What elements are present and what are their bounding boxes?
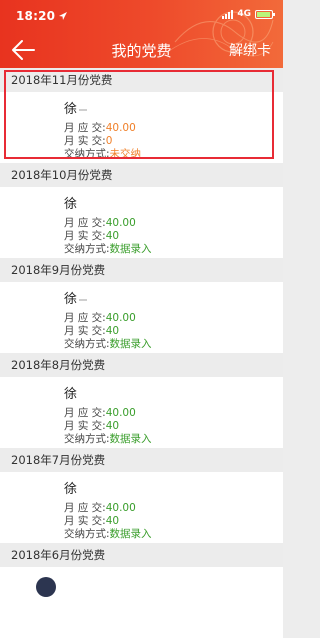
dues-record[interactable]: 2018年8月份党费 徐 月 应 交:40.00 月 实 交:40 交纳方式:数… xyxy=(0,353,283,448)
month-header: 2018年8月份党费 xyxy=(0,353,283,377)
signal-icon xyxy=(222,9,234,19)
status-indicators: 4G xyxy=(222,9,275,19)
payment-method: 数据录入 xyxy=(109,243,152,255)
method-row: 交纳方式:数据录入 xyxy=(64,528,152,540)
dues-record-list: 2018年11月份党费 徐 月 应 交:40.00 月 实 交:0 交纳方式:未… xyxy=(0,68,283,638)
record-card[interactable]: 徐 月 应 交:40.00 月 实 交:40 交纳方式:数据录入 xyxy=(0,187,283,258)
dues-record[interactable]: 2018年11月份党费 徐 月 应 交:40.00 月 实 交:0 交纳方式:未… xyxy=(0,68,283,163)
method-row: 交纳方式:数据录入 xyxy=(64,338,152,350)
record-card[interactable]: 徐 月 应 交:40.00 月 实 交:0 交纳方式:未交纳 xyxy=(0,92,283,163)
dues-record[interactable]: 2018年9月份党费 徐 月 应 交:40.00 月 实 交:40 交纳方式:数… xyxy=(0,258,283,353)
member-name: 徐 xyxy=(64,288,88,307)
nav-bar: 我的党费 解绑卡 xyxy=(0,32,283,68)
month-header: 2018年9月份党费 xyxy=(0,258,283,282)
status-time: 18:20 xyxy=(16,9,56,23)
method-row: 交纳方式:数据录入 xyxy=(64,243,152,255)
payment-method: 未交纳 xyxy=(109,148,142,160)
payment-method: 数据录入 xyxy=(109,528,152,540)
member-name: 徐 xyxy=(64,98,88,117)
member-name: 徐 xyxy=(64,387,78,402)
record-card[interactable]: 徐 月 应 交:40.00 月 实 交:40 交纳方式:数据录入 xyxy=(0,282,283,353)
app-header: 18:20 4G 我的党费 解绑卡 xyxy=(0,0,283,68)
method-row: 交纳方式:数据录入 xyxy=(64,433,152,445)
member-name: 徐 xyxy=(64,482,78,497)
month-header: 2018年6月份党费 xyxy=(0,543,283,567)
payment-method: 数据录入 xyxy=(109,433,152,445)
battery-icon xyxy=(255,9,275,19)
dues-record[interactable]: 2018年7月份党费 徐 月 应 交:40.00 月 实 交:40 交纳方式:数… xyxy=(0,448,283,543)
redacted-name-mark xyxy=(79,108,88,111)
payment-method: 数据录入 xyxy=(109,338,152,350)
month-header: 2018年10月份党费 xyxy=(0,163,283,187)
month-header: 2018年11月份党费 xyxy=(0,68,283,92)
network-type: 4G xyxy=(237,9,251,19)
record-card[interactable]: 徐 月 应 交:40.00 月 实 交:40 交纳方式:数据录入 xyxy=(0,377,283,448)
month-header: 2018年7月份党费 xyxy=(0,448,283,472)
unbind-card-button[interactable]: 解绑卡 xyxy=(229,40,271,60)
member-name: 徐 xyxy=(64,197,78,212)
record-card[interactable]: 徐 月 应 交:40.00 月 实 交:40 交纳方式:数据录入 xyxy=(0,472,283,543)
status-bar: 18:20 4G xyxy=(0,0,283,32)
method-row: 交纳方式:未交纳 xyxy=(64,148,142,160)
redacted-name-mark xyxy=(79,298,88,301)
avatar xyxy=(36,577,56,597)
dues-record[interactable]: 2018年10月份党费 徐 月 应 交:40.00 月 实 交:40 交纳方式:… xyxy=(0,163,283,258)
location-arrow-icon xyxy=(59,12,67,20)
